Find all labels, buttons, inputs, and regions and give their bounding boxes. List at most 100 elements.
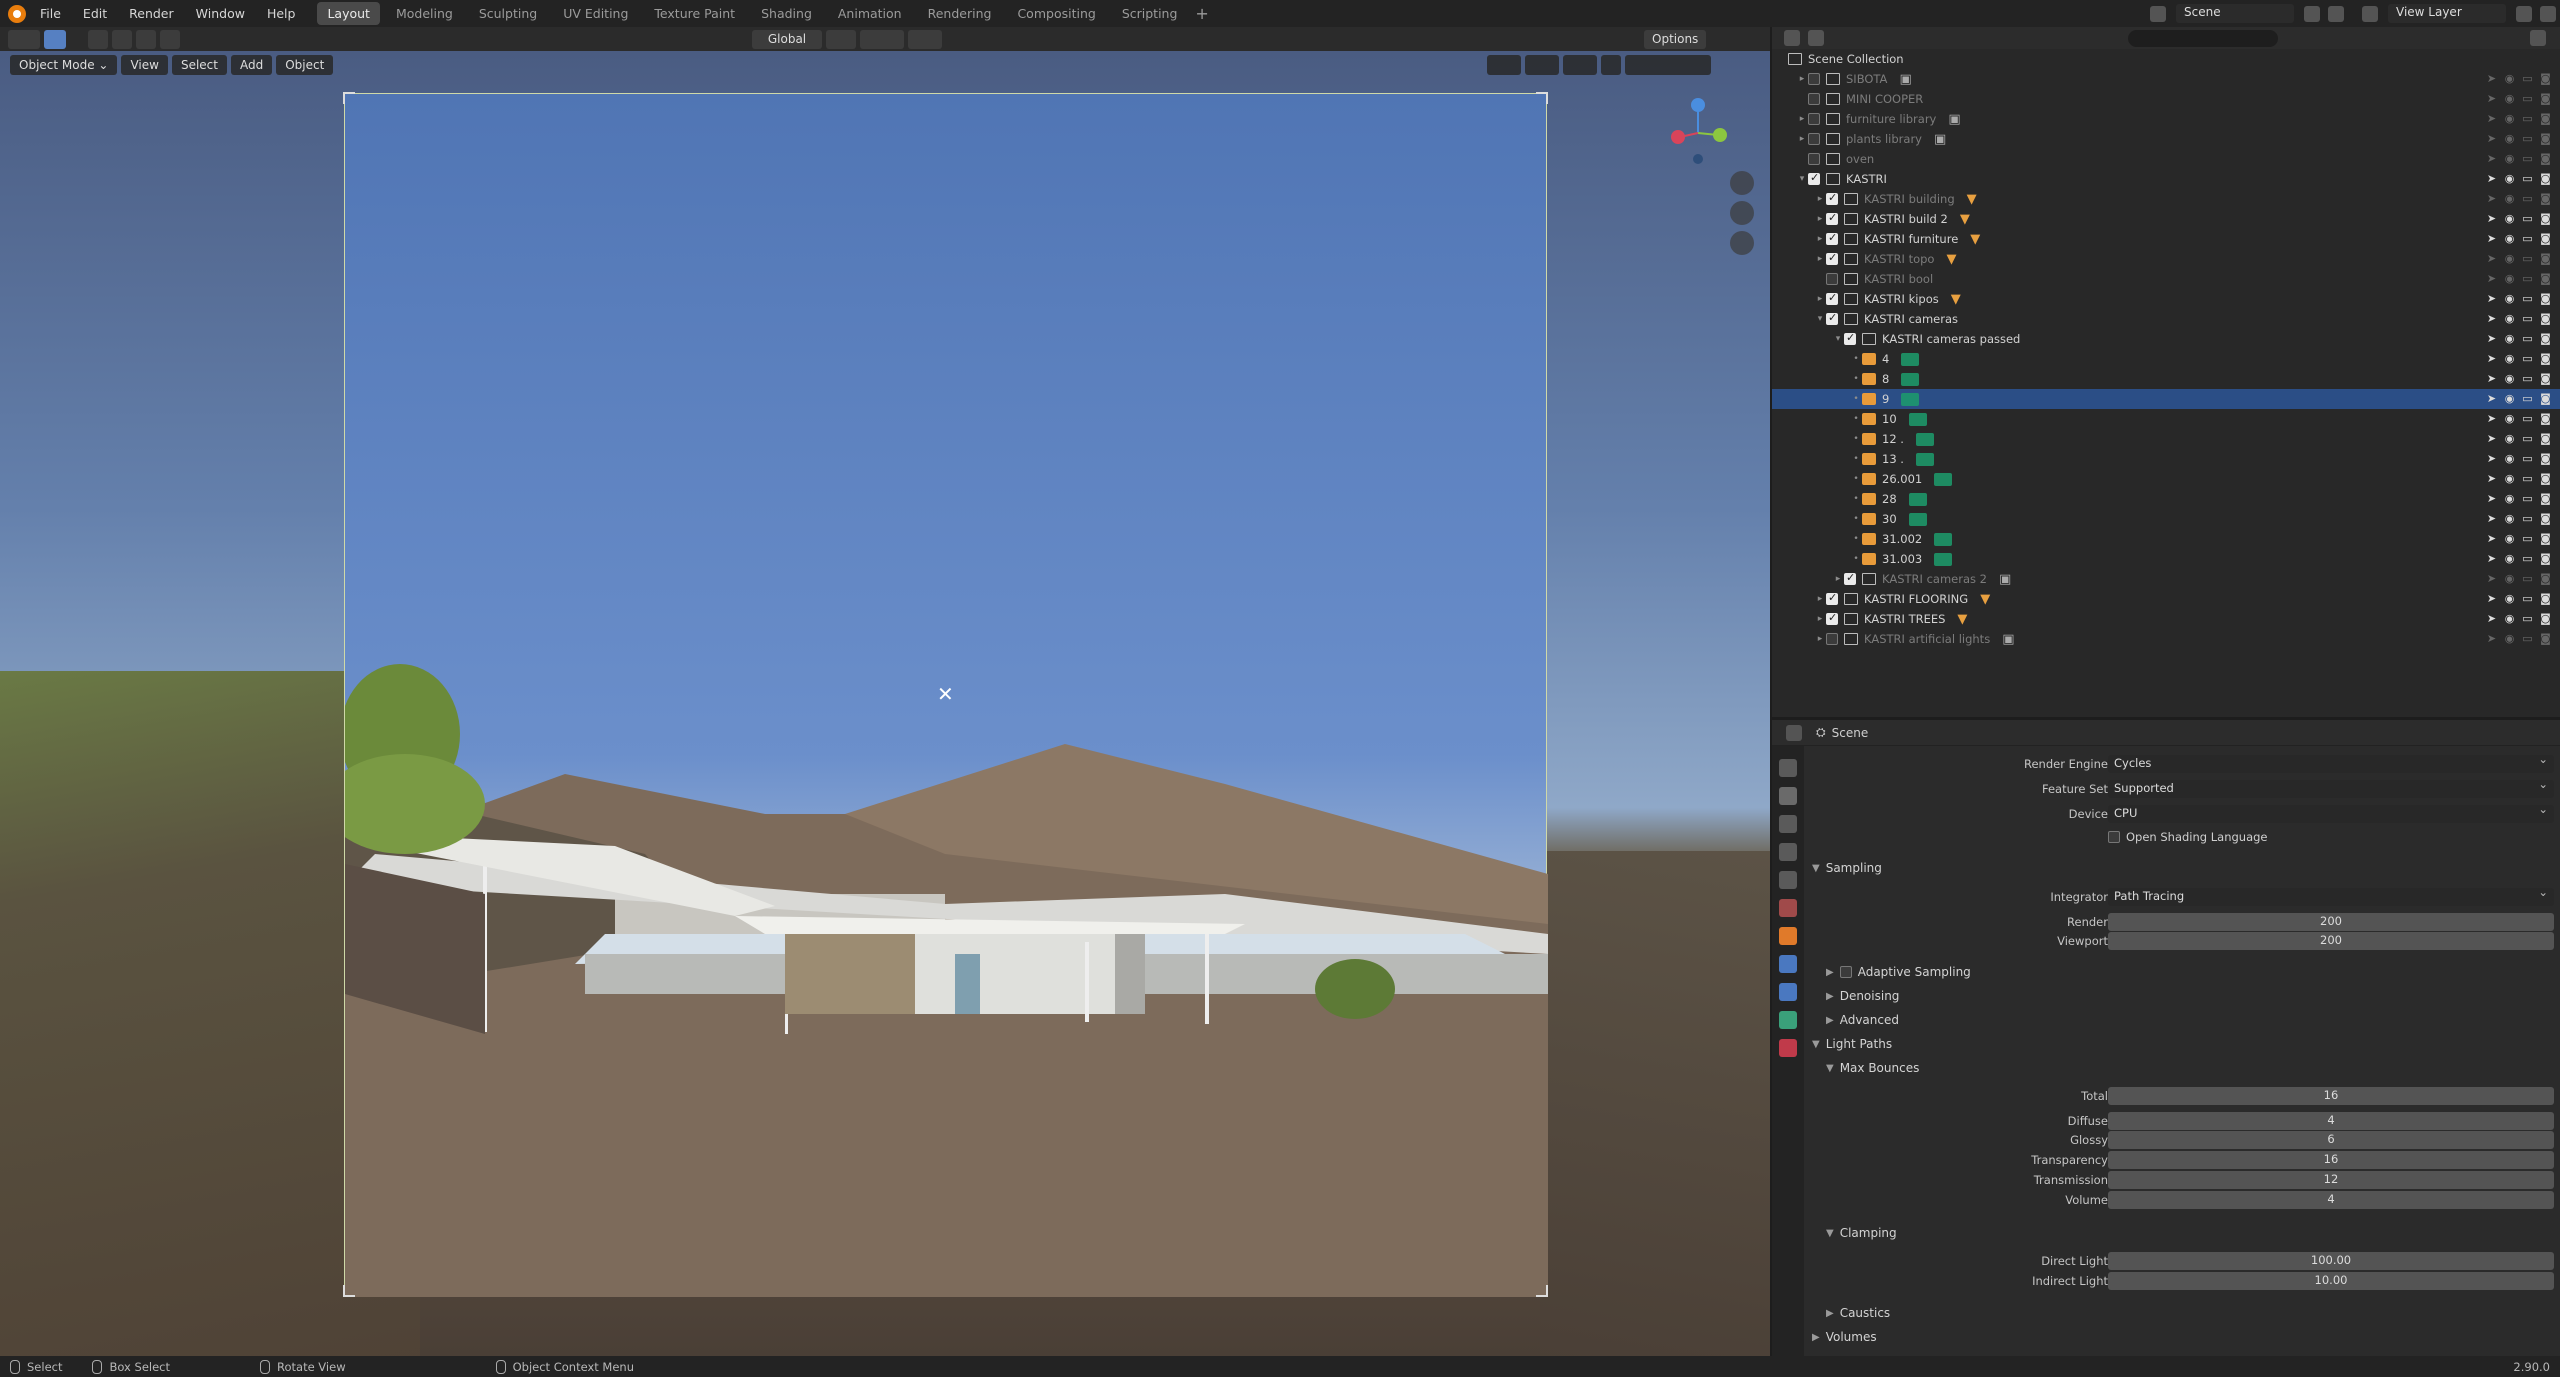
delete-view-layer-icon[interactable] — [2540, 5, 2556, 22]
viewport-toggle-icon[interactable]: ▭ — [2521, 452, 2534, 465]
menu-file[interactable]: File — [40, 6, 61, 21]
select-toggle-icon[interactable]: ➤ — [2485, 72, 2498, 85]
eye-icon[interactable]: ◉ — [2503, 392, 2516, 405]
exclude-checkbox[interactable] — [1808, 153, 1820, 165]
physics-tab-icon[interactable] — [1779, 983, 1797, 1001]
viewport-toggle-icon[interactable]: ▭ — [2521, 212, 2534, 225]
expand-arrow-icon[interactable]: • — [1850, 474, 1862, 484]
eye-icon[interactable]: ◉ — [2503, 212, 2516, 225]
output-tab-icon[interactable] — [1779, 815, 1797, 833]
viewport-toggle-icon[interactable]: ▭ — [2521, 432, 2534, 445]
render-samples-field[interactable]: 200 — [2108, 913, 2554, 931]
camera-view-icon[interactable] — [1730, 231, 1754, 255]
view-layer-selector[interactable]: View Layer — [2388, 4, 2506, 23]
viewport-toggle-icon[interactable]: ▭ — [2521, 72, 2534, 85]
render-toggle-icon[interactable]: ◙ — [2539, 112, 2552, 125]
gizmo-toggle-icon[interactable] — [1525, 54, 1560, 75]
shading-modes-icon[interactable] — [1625, 54, 1712, 75]
select-tool-icon[interactable] — [44, 29, 66, 49]
outliner-row[interactable]: ▸ plants library ▣ ➤ ◉ ▭ ◙ — [1772, 129, 2560, 149]
render-toggle-icon[interactable]: ◙ — [2539, 472, 2552, 485]
outliner-row[interactable]: KASTRI bool ➤ ◉ ▭ ◙ — [1772, 269, 2560, 289]
adaptive-sampling-section[interactable]: ▶ Adaptive Sampling — [1804, 961, 2560, 983]
navigation-gizmo[interactable] — [1666, 95, 1746, 175]
eye-icon[interactable]: ◉ — [2503, 612, 2516, 625]
render-toggle-icon[interactable]: ◙ — [2539, 272, 2552, 285]
outliner-row[interactable]: ▸ KASTRI kipos ▼ ➤ ◉ ▭ ◙ — [1772, 289, 2560, 309]
eye-icon[interactable]: ◉ — [2503, 252, 2516, 265]
viewport-toggle-icon[interactable]: ▭ — [2521, 392, 2534, 405]
tab-animation[interactable]: Animation — [828, 2, 912, 25]
render-toggle-icon[interactable]: ◙ — [2539, 452, 2552, 465]
expand-arrow-icon[interactable]: ▾ — [1814, 314, 1826, 324]
outliner-row[interactable]: • 30 ➤ ◉ ▭ ◙ — [1772, 509, 2560, 529]
expand-arrow-icon[interactable]: ▸ — [1796, 134, 1808, 144]
select-toggle-icon[interactable]: ➤ — [2485, 272, 2498, 285]
render-toggle-icon[interactable]: ◙ — [2539, 512, 2552, 525]
select-toggle-icon[interactable]: ➤ — [2485, 292, 2498, 305]
blender-logo-icon[interactable] — [8, 4, 26, 23]
outliner-row[interactable]: ▾ KASTRI ➤ ◉ ▭ ◙ — [1772, 169, 2560, 189]
view-layer-icon[interactable] — [2362, 5, 2378, 22]
select-toggle-icon[interactable]: ➤ — [2485, 472, 2498, 485]
select-toggle-icon[interactable]: ➤ — [2485, 252, 2498, 265]
bounce-transparency-field[interactable]: 16 — [2108, 1151, 2554, 1169]
select-toggle-icon[interactable]: ➤ — [2485, 412, 2498, 425]
select-toggle-icon[interactable]: ➤ — [2485, 112, 2498, 125]
render-toggle-icon[interactable]: ◙ — [2539, 352, 2552, 365]
3d-viewport[interactable]: Object Mode ⌄ View Select Add Object ✕ — [0, 51, 1770, 1356]
viewport-toggle-icon[interactable]: ▭ — [2521, 312, 2534, 325]
viewport-toggle-icon[interactable]: ▭ — [2521, 132, 2534, 145]
expand-arrow-icon[interactable]: • — [1850, 354, 1862, 364]
expand-arrow-icon[interactable]: ▾ — [1796, 174, 1808, 184]
select-toggle-icon[interactable]: ➤ — [2485, 312, 2498, 325]
tab-scripting[interactable]: Scripting — [1112, 2, 1188, 25]
exclude-checkbox[interactable] — [1826, 591, 1838, 605]
menu-edit[interactable]: Edit — [83, 6, 107, 21]
viewport-toggle-icon[interactable]: ▭ — [2521, 572, 2534, 585]
outliner-row[interactable]: ▸ KASTRI FLOORING ▼ ➤ ◉ ▭ ◙ — [1772, 589, 2560, 609]
menu-add[interactable]: Add — [230, 54, 273, 75]
viewport-toggle-icon[interactable]: ▭ — [2521, 352, 2534, 365]
max-bounces-section[interactable]: ▼ Max Bounces — [1804, 1057, 2560, 1079]
outliner-row[interactable]: • 28 ➤ ◉ ▭ ◙ — [1772, 489, 2560, 509]
render-toggle-icon[interactable]: ◙ — [2539, 72, 2552, 85]
eye-icon[interactable]: ◉ — [2503, 492, 2516, 505]
texture-tab-icon[interactable] — [1779, 1039, 1797, 1057]
viewport-toggle-icon[interactable]: ▭ — [2521, 292, 2534, 305]
eye-icon[interactable]: ◉ — [2503, 112, 2516, 125]
orientation-dropdown[interactable]: Global — [752, 29, 822, 49]
scene-tab-icon[interactable] — [1779, 871, 1797, 889]
sampling-section[interactable]: ▼ Sampling — [1804, 857, 2560, 879]
viewport-toggle-icon[interactable]: ▭ — [2521, 252, 2534, 265]
viewport-toggle-icon[interactable]: ▭ — [2521, 372, 2534, 385]
visibility-icon[interactable] — [1487, 54, 1522, 75]
select-toggle-icon[interactable]: ➤ — [2485, 592, 2498, 605]
exclude-checkbox[interactable] — [1826, 291, 1838, 305]
eye-icon[interactable]: ◉ — [2503, 92, 2516, 105]
eye-icon[interactable]: ◉ — [2503, 232, 2516, 245]
bounce-diffuse-field[interactable]: 4 — [2108, 1112, 2554, 1130]
select-toggle-icon[interactable]: ➤ — [2485, 192, 2498, 205]
eye-icon[interactable]: ◉ — [2503, 552, 2516, 565]
tool-tab-icon[interactable] — [1779, 759, 1797, 777]
tab-texture-paint[interactable]: Texture Paint — [644, 2, 745, 25]
select-toggle-icon[interactable]: ➤ — [2485, 632, 2498, 645]
outliner-row[interactable]: • 8 ➤ ◉ ▭ ◙ — [1772, 369, 2560, 389]
outliner-search-input[interactable] — [2128, 29, 2278, 47]
expand-arrow-icon[interactable]: • — [1850, 454, 1862, 464]
expand-arrow-icon[interactable]: ▾ — [1832, 334, 1844, 344]
outliner-row[interactable]: oven ➤ ◉ ▭ ◙ — [1772, 149, 2560, 169]
menu-object[interactable]: Object — [276, 54, 334, 75]
eye-icon[interactable]: ◉ — [2503, 592, 2516, 605]
outliner-root[interactable]: Scene Collection — [1772, 49, 2560, 69]
viewport-toggle-icon[interactable]: ▭ — [2521, 612, 2534, 625]
snap-icon[interactable] — [860, 29, 904, 49]
select-toggle-icon[interactable]: ➤ — [2485, 572, 2498, 585]
expand-arrow-icon[interactable]: • — [1850, 434, 1862, 444]
viewport-toggle-icon[interactable]: ▭ — [2521, 232, 2534, 245]
eye-icon[interactable]: ◉ — [2503, 272, 2516, 285]
outliner-row[interactable]: ▸ KASTRI artificial lights ▣ ➤ ◉ ▭ ◙ — [1772, 629, 2560, 649]
render-toggle-icon[interactable]: ◙ — [2539, 632, 2552, 645]
menu-help[interactable]: Help — [267, 6, 296, 21]
